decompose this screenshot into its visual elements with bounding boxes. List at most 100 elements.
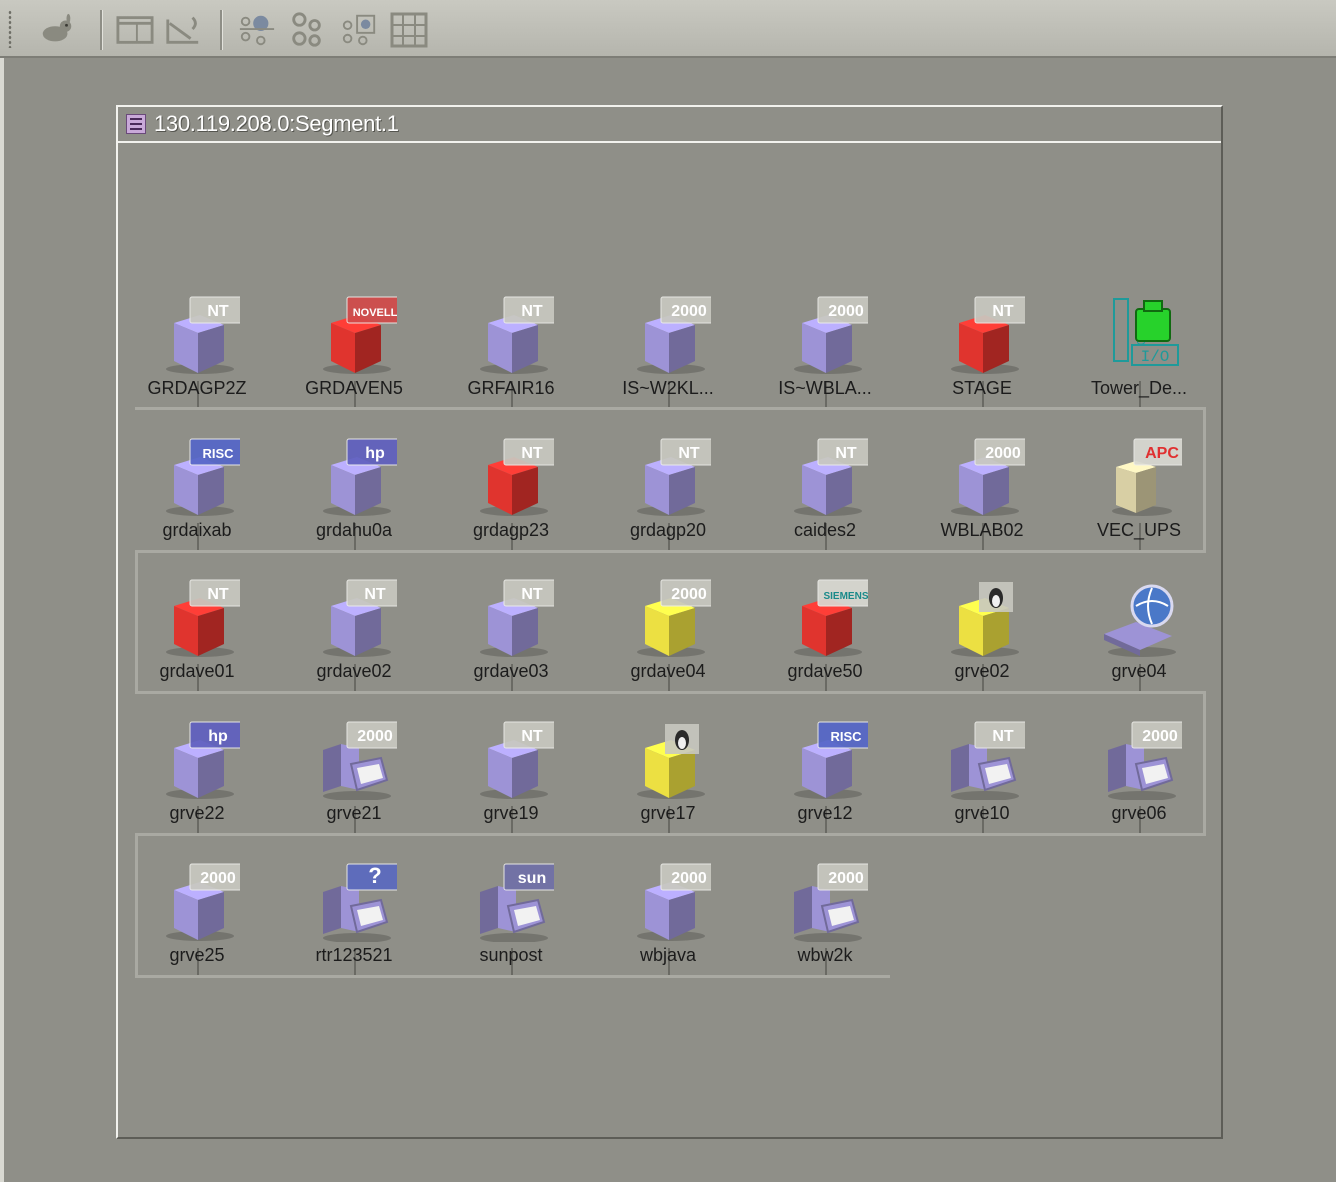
node-label: grdave03 bbox=[473, 661, 549, 681]
svg-text:2000: 2000 bbox=[828, 870, 864, 887]
network-node[interactable]: SIEMENS grdave50 bbox=[750, 578, 900, 690]
network-node[interactable]: NT grve19 bbox=[436, 720, 586, 832]
node-label: grve12 bbox=[797, 803, 853, 823]
node-cube-icon: hp bbox=[323, 438, 397, 516]
node-label: grdagp23 bbox=[472, 520, 550, 540]
svg-text:2000: 2000 bbox=[671, 870, 707, 887]
network-node[interactable]: NT grve10 bbox=[907, 720, 1057, 832]
node-label: grve06 bbox=[1111, 803, 1167, 823]
node-workstation-icon: NT bbox=[951, 721, 1025, 800]
network-node[interactable]: NOVELL GRDAVEN5 bbox=[279, 295, 429, 407]
svg-text:2000: 2000 bbox=[200, 870, 236, 887]
network-node[interactable]: 2000 grve21 bbox=[279, 720, 429, 832]
node-label: WBLAB02 bbox=[940, 520, 1024, 540]
svg-text:NT: NT bbox=[207, 303, 229, 320]
network-node[interactable]: NT GRFAIR16 bbox=[436, 295, 586, 407]
network-map: NT GRDAGP2Z NOVELL GRDAVEN5 NT GRFAIR16 200… bbox=[0, 0, 1336, 1182]
network-node[interactable]: 2000 grve25 bbox=[122, 862, 272, 974]
svg-text:NT: NT bbox=[678, 445, 700, 462]
node-label: wbjava bbox=[639, 945, 697, 965]
network-node[interactable]: hp grve22 bbox=[122, 720, 272, 832]
node-cube-icon: NT bbox=[480, 296, 554, 374]
svg-text:hp: hp bbox=[365, 445, 385, 462]
network-node[interactable]: RISC grve12 bbox=[750, 720, 900, 832]
node-cube-icon bbox=[951, 582, 1019, 657]
network-node[interactable]: NT caides2 bbox=[750, 437, 900, 549]
network-node[interactable]: NT grdave02 bbox=[279, 578, 429, 690]
node-workstation-icon: 2000 bbox=[1108, 721, 1182, 800]
network-node[interactable]: APC VEC_UPS bbox=[1064, 437, 1214, 549]
network-node[interactable]: NT STAGE bbox=[907, 295, 1057, 407]
node-cube-icon: 2000 bbox=[794, 296, 868, 374]
network-node[interactable]: ? rtr123521 bbox=[279, 862, 429, 974]
svg-text:sun: sun bbox=[518, 870, 546, 887]
node-label: grdahu0a bbox=[315, 520, 393, 540]
network-node[interactable]: 2000 IS~W2KL... bbox=[593, 295, 743, 407]
node-label: grdave04 bbox=[630, 661, 706, 681]
svg-text:2000: 2000 bbox=[1142, 728, 1178, 745]
node-cube-icon: 2000 bbox=[637, 296, 711, 374]
network-node[interactable]: NT grdave03 bbox=[436, 578, 586, 690]
node-cube-icon: hp bbox=[166, 721, 240, 799]
node-label: grve22 bbox=[169, 803, 225, 823]
node-label: grdave02 bbox=[316, 661, 392, 681]
node-label: STAGE bbox=[952, 378, 1012, 398]
node-cube-icon: SIEMENS bbox=[794, 579, 868, 657]
network-node[interactable]: NT grdagp20 bbox=[593, 437, 743, 549]
node-workstation-icon: ? bbox=[323, 863, 397, 942]
node-label: grdaixab bbox=[162, 520, 232, 540]
svg-text:?: ? bbox=[368, 863, 381, 888]
network-node[interactable]: grve17 bbox=[593, 720, 743, 832]
node-cube-icon bbox=[637, 724, 705, 799]
svg-text:RISC: RISC bbox=[830, 729, 862, 744]
network-node[interactable]: 2000 wbjava bbox=[593, 862, 743, 974]
svg-text:NT: NT bbox=[521, 586, 543, 603]
svg-text:RISC: RISC bbox=[202, 446, 234, 461]
node-label: grve21 bbox=[326, 803, 382, 823]
network-node[interactable]: 2000 grve06 bbox=[1064, 720, 1214, 832]
network-node[interactable]: 2000 wbw2k bbox=[750, 862, 900, 974]
network-node[interactable]: NT grdagp23 bbox=[436, 437, 586, 549]
network-node[interactable]: RISC grdaixab bbox=[122, 437, 272, 549]
node-globe-icon bbox=[1104, 584, 1176, 657]
node-label: IS~W2KL... bbox=[622, 378, 714, 398]
network-node[interactable]: grve02 bbox=[907, 578, 1057, 690]
node-label: Tower_De... bbox=[1090, 378, 1188, 398]
node-cube-icon: 2000 bbox=[951, 438, 1025, 516]
node-label: sunpost bbox=[479, 945, 543, 965]
svg-text:2000: 2000 bbox=[671, 586, 707, 603]
network-node[interactable]: hp grdahu0a bbox=[279, 437, 429, 549]
network-node[interactable]: grve04 bbox=[1064, 578, 1214, 690]
network-node[interactable]: NT grdave01 bbox=[122, 578, 272, 690]
svg-text:2000: 2000 bbox=[828, 303, 864, 320]
network-node[interactable]: OPTO I/O Tower_De... bbox=[1064, 295, 1214, 407]
segment-bus-line bbox=[135, 975, 890, 978]
node-cube-icon: NT bbox=[480, 438, 554, 516]
node-label: rtr123521 bbox=[315, 945, 393, 965]
node-cube-icon: NT bbox=[637, 438, 711, 516]
node-cube-icon: RISC bbox=[794, 721, 868, 799]
network-node[interactable]: 2000 WBLAB02 bbox=[907, 437, 1057, 549]
node-cube-icon: NT bbox=[323, 579, 397, 657]
node-ups-icon: APC bbox=[1112, 438, 1182, 516]
svg-text:NOVELL: NOVELL bbox=[353, 307, 397, 319]
svg-text:NT: NT bbox=[992, 303, 1014, 320]
svg-text:NT: NT bbox=[835, 445, 857, 462]
svg-text:2000: 2000 bbox=[985, 445, 1021, 462]
network-node[interactable]: NT GRDAGP2Z bbox=[122, 295, 272, 407]
node-cube-icon: NOVELL bbox=[323, 296, 397, 374]
svg-text:NT: NT bbox=[364, 586, 386, 603]
node-label: grdave50 bbox=[787, 661, 863, 681]
node-cube-icon: RISC bbox=[166, 438, 240, 516]
network-node[interactable]: 2000 IS~WBLA... bbox=[750, 295, 900, 407]
svg-text:2000: 2000 bbox=[357, 728, 393, 745]
svg-text:NT: NT bbox=[521, 303, 543, 320]
node-cube-icon: NT bbox=[480, 579, 554, 657]
network-node[interactable]: sun sunpost bbox=[436, 862, 586, 974]
node-cube-icon: NT bbox=[166, 296, 240, 374]
segment-bus-line bbox=[135, 833, 1203, 836]
node-label: grdagp20 bbox=[629, 520, 707, 540]
segment-bus-line bbox=[135, 550, 1203, 553]
node-label: grve02 bbox=[954, 661, 1010, 681]
network-node[interactable]: 2000 grdave04 bbox=[593, 578, 743, 690]
